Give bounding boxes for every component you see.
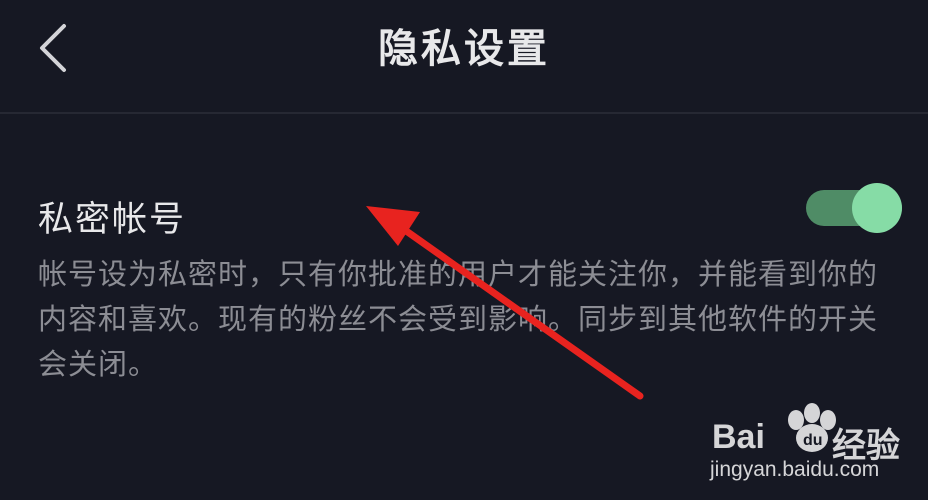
private-account-description: 帐号设为私密时，只有你批准的用户才能关注你，并能看到你的内容和喜欢。现有的粉丝不…	[38, 257, 879, 381]
svg-text:du: du	[803, 432, 823, 449]
privacy-settings-screen: 隐私设置 私密帐号 帐号设为私密时，只有你批准的用户才能关注你，并能看到你的内容…	[0, 0, 928, 500]
baidu-jingyan-watermark: du Bai 经验 jingyan.baidu.com	[700, 398, 900, 488]
watermark-url: jingyan.baidu.com	[710, 458, 880, 481]
private-account-label: 私密帐号	[38, 200, 187, 240]
watermark-brand: Bai	[712, 418, 765, 456]
toggle-knob	[852, 183, 902, 233]
header-bar: 隐私设置	[0, 0, 928, 114]
page-title: 隐私设置	[378, 26, 550, 72]
private-account-toggle[interactable]	[806, 183, 902, 233]
